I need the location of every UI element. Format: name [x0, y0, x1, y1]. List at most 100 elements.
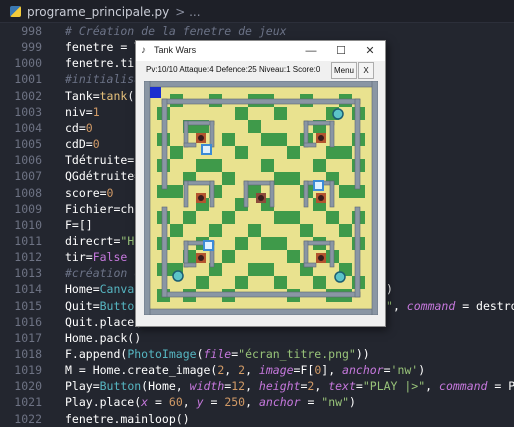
grass-tile	[261, 237, 274, 250]
line-code: Quit.place(	[65, 314, 142, 329]
breadcrumb-more[interactable]: > ...	[175, 5, 200, 19]
line-number: 1018	[14, 347, 42, 361]
grass-tile	[287, 172, 300, 185]
enemy-tank	[196, 253, 206, 263]
tank-wars-window: ♪ Tank Wars — ☐ ✕ Pv:10/10 Attaque:4 Def…	[135, 40, 386, 327]
line-code: Fichier=cha	[65, 201, 142, 216]
game-board[interactable]	[144, 81, 378, 315]
game-status-bar: Pv:10/10 Attaque:4 Defence:25 Niveau:1 S…	[136, 61, 385, 79]
code-line[interactable]: 1020 Play=Button(Home, width=12, height=2…	[0, 378, 514, 394]
wall-segment	[303, 180, 309, 208]
pickup-item	[313, 180, 324, 191]
grass-tile	[287, 146, 300, 159]
grass-tile	[274, 237, 287, 250]
line-code: # Création de la fenetre de jeux	[65, 24, 287, 38]
line-number: 1004	[14, 120, 42, 135]
wall-segment	[161, 291, 361, 298]
line-number: 1017	[14, 330, 42, 345]
grass-tile	[261, 263, 274, 276]
code-line[interactable]: 1022 fenetre.mainloop()	[0, 411, 514, 427]
line-number: 1020	[14, 379, 42, 394]
line-code: Home=Canvas	[65, 282, 142, 297]
line-number: 1000	[14, 56, 42, 71]
line-code: Play.place(x = 60, y = 250, anchor = "nw…	[65, 395, 356, 410]
line-code: F=[]	[65, 217, 93, 232]
grass-tile	[326, 146, 339, 159]
game-stats: Pv:10/10 Attaque:4 Defence:25 Niveau:1 S…	[146, 65, 321, 74]
code-line[interactable]: 1017 Home.pack()	[0, 330, 514, 346]
line-code: fenetre.tit	[65, 56, 142, 71]
feather-icon: ♪	[141, 45, 146, 56]
grass-tile	[209, 159, 222, 172]
line-number: 1005	[14, 137, 42, 152]
line-number: 1011	[14, 233, 42, 248]
grass-tile	[287, 250, 300, 263]
grass-tile	[209, 224, 222, 237]
grass-tile	[274, 172, 287, 185]
grass-tile	[326, 211, 339, 224]
grass-tile	[274, 133, 287, 146]
code-line[interactable]: 1019 M = Home.create_image(2, 2, image=F[…	[0, 362, 514, 378]
wall-segment	[161, 206, 168, 298]
enemy-tank	[316, 253, 326, 263]
wall-segment	[144, 81, 151, 315]
grass-tile	[196, 276, 209, 289]
grass-tile	[235, 146, 248, 159]
line-code: direcrt="H"	[65, 233, 142, 248]
grass-tile	[261, 133, 274, 146]
grass-tile	[339, 224, 352, 237]
wall-segment	[269, 180, 275, 208]
wall-segment	[183, 180, 215, 186]
wall-segment	[303, 142, 317, 148]
line-number: 1012	[14, 250, 42, 265]
close-window-button[interactable]: ✕	[355, 41, 385, 61]
line-code: F.append(PhotoImage(file="écran_titre.pn…	[65, 347, 370, 361]
grass-tile	[222, 211, 235, 224]
orb-item	[334, 271, 346, 283]
line-number: 1013	[14, 266, 42, 281]
grass-tile	[235, 237, 248, 250]
line-code: Quit=Button	[65, 298, 142, 313]
code-overflow-1015: ", command = destro)	[386, 298, 514, 313]
grass-tile	[222, 133, 235, 146]
line-number: 1015	[14, 298, 42, 313]
line-code: fenetre.mainloop()	[65, 411, 190, 426]
wall-segment	[144, 81, 378, 88]
wall-segment	[161, 98, 361, 105]
wall-segment	[144, 308, 378, 315]
grass-tile	[222, 172, 235, 185]
grass-tile	[274, 276, 287, 289]
wall-segment	[303, 120, 335, 126]
close-game-button[interactable]: X	[358, 62, 374, 79]
window-titlebar[interactable]: ♪ Tank Wars — ☐ ✕	[136, 41, 385, 61]
code-line[interactable]: 1018 F.append(PhotoImage(file="écran_titr…	[0, 346, 514, 362]
grass-tile	[235, 107, 248, 120]
line-code: #initialisa	[65, 72, 142, 87]
enemy-tank	[196, 193, 206, 203]
file-tab[interactable]: programe_principale.py > ...	[10, 3, 201, 20]
grass-tile	[313, 276, 326, 289]
code-overflow-1014: )	[386, 282, 393, 297]
wall-segment	[354, 98, 361, 190]
grass-tile	[235, 276, 248, 289]
wall-segment	[329, 120, 335, 148]
wall-segment	[209, 120, 215, 148]
grass-tile	[339, 185, 352, 198]
minimize-button[interactable]: —	[296, 41, 326, 61]
line-code: Home.pack()	[65, 330, 142, 345]
window-title: Tank Wars	[154, 45, 197, 55]
wall-segment	[161, 98, 168, 190]
tab-bar: programe_principale.py > ...	[0, 0, 514, 23]
maximize-button[interactable]: ☐	[326, 41, 356, 61]
wall-segment	[303, 240, 335, 246]
grass-tile	[196, 159, 209, 172]
grass-tile	[170, 185, 183, 198]
line-code: Tdétruite=0	[65, 153, 141, 168]
grass-tile	[300, 224, 313, 237]
code-line[interactable]: 1021 Play.place(x = 60, y = 250, anchor =…	[0, 394, 514, 410]
grass-tile	[248, 224, 261, 237]
orb-item	[332, 108, 344, 120]
line-number: 1006	[14, 153, 42, 168]
code-line[interactable]: 998 # Création de la fenetre de jeux	[0, 23, 514, 39]
menu-button[interactable]: Menu	[331, 62, 357, 79]
